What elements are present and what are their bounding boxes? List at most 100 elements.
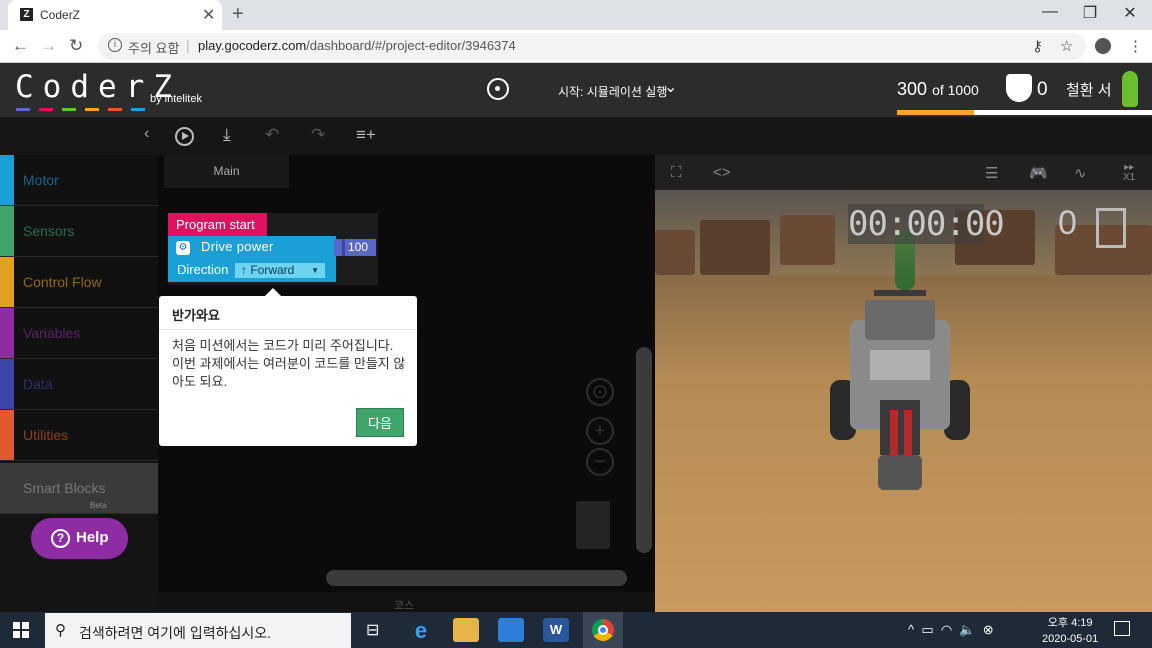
info-icon[interactable]: i [108, 38, 122, 52]
redo-icon[interactable]: ↷ [311, 125, 325, 145]
back-arrow-icon[interactable]: ← [12, 36, 29, 56]
direction-dropdown[interactable]: ↑ Forward ▼ [235, 263, 325, 278]
mail-icon[interactable] [498, 618, 524, 642]
tooltip-body: 처음 미션에서는 코드가 미리 주어집니다. 이번 과제에서는 여러분이 코드를… [172, 338, 406, 389]
reset-icon[interactable] [487, 78, 509, 100]
zoom-in-icon[interactable]: + [586, 417, 614, 445]
taskbar-clock[interactable]: 오후 4:19 2020-05-01 [1042, 615, 1098, 647]
reload-icon[interactable]: ↻ [69, 36, 83, 56]
direction-label: Direction [177, 262, 229, 277]
category-color-bar [0, 257, 14, 307]
search-icon: ⚲ [55, 622, 66, 639]
speed-toggle[interactable]: ▸▸ X1 [1123, 163, 1135, 183]
tab-main[interactable]: Main [164, 155, 289, 188]
category-color-bar [0, 410, 14, 460]
category-control-flow[interactable]: Control Flow [0, 257, 158, 308]
star-icon[interactable]: ☆ [1060, 37, 1073, 55]
category-label: Data [23, 376, 53, 392]
coderz-favicon-icon: Z [20, 8, 33, 21]
user-name[interactable]: 철환 서 [1066, 79, 1112, 100]
separator: | [186, 37, 190, 53]
sim-score: 0 [1058, 204, 1077, 242]
simulator-view[interactable]: 00:00:00 0 [655, 190, 1152, 612]
vertical-scrollbar[interactable] [636, 347, 652, 553]
forward-arrow-icon[interactable]: → [40, 36, 57, 56]
code-view-icon[interactable]: <> [713, 164, 731, 181]
key-icon[interactable]: ⚷ [1032, 37, 1043, 55]
minimize-button[interactable]: — [1030, 3, 1070, 21]
chevron-down-icon[interactable]: ⌄ [664, 77, 677, 97]
search-placeholder: 검색하려면 여기에 입력하십시오. [79, 625, 271, 641]
program-start-block[interactable]: Program start [168, 213, 267, 236]
category-color-bar [0, 206, 14, 256]
course-label: 코스 [394, 600, 415, 612]
path-icon[interactable]: ∿ [1074, 164, 1087, 182]
security-warning[interactable]: 주의 요함 [128, 38, 179, 57]
url-text[interactable]: play.gocoderz.com/dashboard/#/project-ed… [198, 38, 516, 53]
recenter-icon[interactable]: ⊙ [586, 378, 614, 406]
omnibox[interactable]: i 주의 요함 | play.gocoderz.com/dashboard/#/… [98, 33, 1086, 60]
question-icon: ? [51, 529, 70, 548]
task-view-icon[interactable]: ⊟ [366, 620, 379, 640]
system-tray-icons[interactable]: ^ ▭ ◠ 🔈 ⊗ [908, 622, 994, 638]
category-sensors[interactable]: Sensors [0, 206, 158, 257]
undo-icon[interactable]: ↶ [265, 125, 279, 145]
category-motor[interactable]: Motor [0, 155, 158, 206]
logo-underline [62, 108, 76, 111]
sim-building [655, 230, 695, 275]
clock-date: 2020-05-01 [1042, 633, 1099, 645]
category-label: Smart Blocks [23, 480, 106, 496]
edge-icon[interactable]: e [408, 618, 434, 643]
drive-block-label: Drive power [201, 239, 274, 254]
power-value-input[interactable]: 100 [334, 239, 376, 256]
help-button[interactable]: ? Help [31, 518, 128, 559]
file-explorer-icon[interactable] [453, 618, 479, 642]
logo-underline [108, 108, 122, 111]
trash-icon[interactable] [576, 501, 610, 549]
block-category-sidebar: Motor Sensors Control Flow Variables Dat… [0, 155, 158, 612]
code-workspace[interactable]: Main Program start ⚙ Drive power Directi… [158, 155, 655, 612]
play-icon[interactable] [175, 127, 194, 146]
word-icon[interactable]: W [543, 618, 569, 642]
category-label: Variables [23, 325, 81, 341]
run-simulation-label[interactable]: 시작: 시뮬레이션 실행 [558, 83, 667, 100]
notification-icon[interactable] [1114, 621, 1130, 636]
browser-tab-strip: Z CoderZ ✕ + — ❐ ✕ [0, 0, 1152, 30]
add-list-icon[interactable]: ≡+ [356, 125, 376, 145]
restore-button[interactable]: ❐ [1070, 3, 1110, 23]
gear-icon[interactable]: ⚙ [176, 241, 190, 255]
horizontal-scrollbar[interactable] [326, 570, 627, 586]
category-variables[interactable]: Variables [0, 308, 158, 359]
collapse-sidebar-icon[interactable]: ‹ [144, 125, 149, 143]
robot-icon [830, 290, 970, 490]
gamepad-icon[interactable]: 🎮 [1029, 164, 1048, 182]
drive-block[interactable]: ⚙ Drive power Direction ↑ Forward ▼ [168, 236, 336, 282]
windows-start-icon[interactable] [13, 622, 29, 638]
taskbar-search-input[interactable]: ⚲ 검색하려면 여기에 입력하십시오. [45, 613, 351, 648]
category-data[interactable]: Data [0, 359, 158, 410]
category-color-bar [0, 155, 14, 205]
intelitek-byline: by intelitek [150, 93, 202, 105]
next-button[interactable]: 다음 [356, 408, 404, 437]
settings-sliders-icon[interactable]: ☰ [985, 164, 998, 182]
sim-building [700, 220, 770, 275]
new-tab-button[interactable]: + [232, 3, 244, 26]
zoom-out-icon[interactable]: − [586, 448, 614, 476]
tab-title: CoderZ [40, 8, 81, 22]
close-window-button[interactable]: ✕ [1110, 3, 1150, 23]
category-utilities[interactable]: Utilities [0, 410, 158, 461]
logo-underline [85, 108, 99, 111]
tooltip-title: 반가와요 [172, 308, 220, 323]
tab-close-icon[interactable]: ✕ [202, 5, 215, 25]
download-icon[interactable]: ⤓ [223, 125, 231, 145]
welcome-tooltip: 반가와요 처음 미션에서는 코드가 미리 주어집니다. 이번 과제에서는 여러분… [159, 288, 417, 446]
avatar[interactable] [1122, 71, 1138, 107]
category-smart-blocks[interactable]: Smart Blocks [0, 463, 158, 514]
category-color-bar [0, 359, 14, 409]
browser-tab[interactable]: Z CoderZ ✕ [8, 0, 222, 30]
menu-icon[interactable]: ⋮ [1128, 37, 1143, 55]
fullscreen-icon[interactable]: ⛶ [671, 164, 682, 181]
chrome-taskbar-button[interactable] [583, 612, 623, 648]
clock-time: 오후 4:19 [1047, 617, 1093, 629]
profile-icon[interactable] [1095, 38, 1111, 54]
